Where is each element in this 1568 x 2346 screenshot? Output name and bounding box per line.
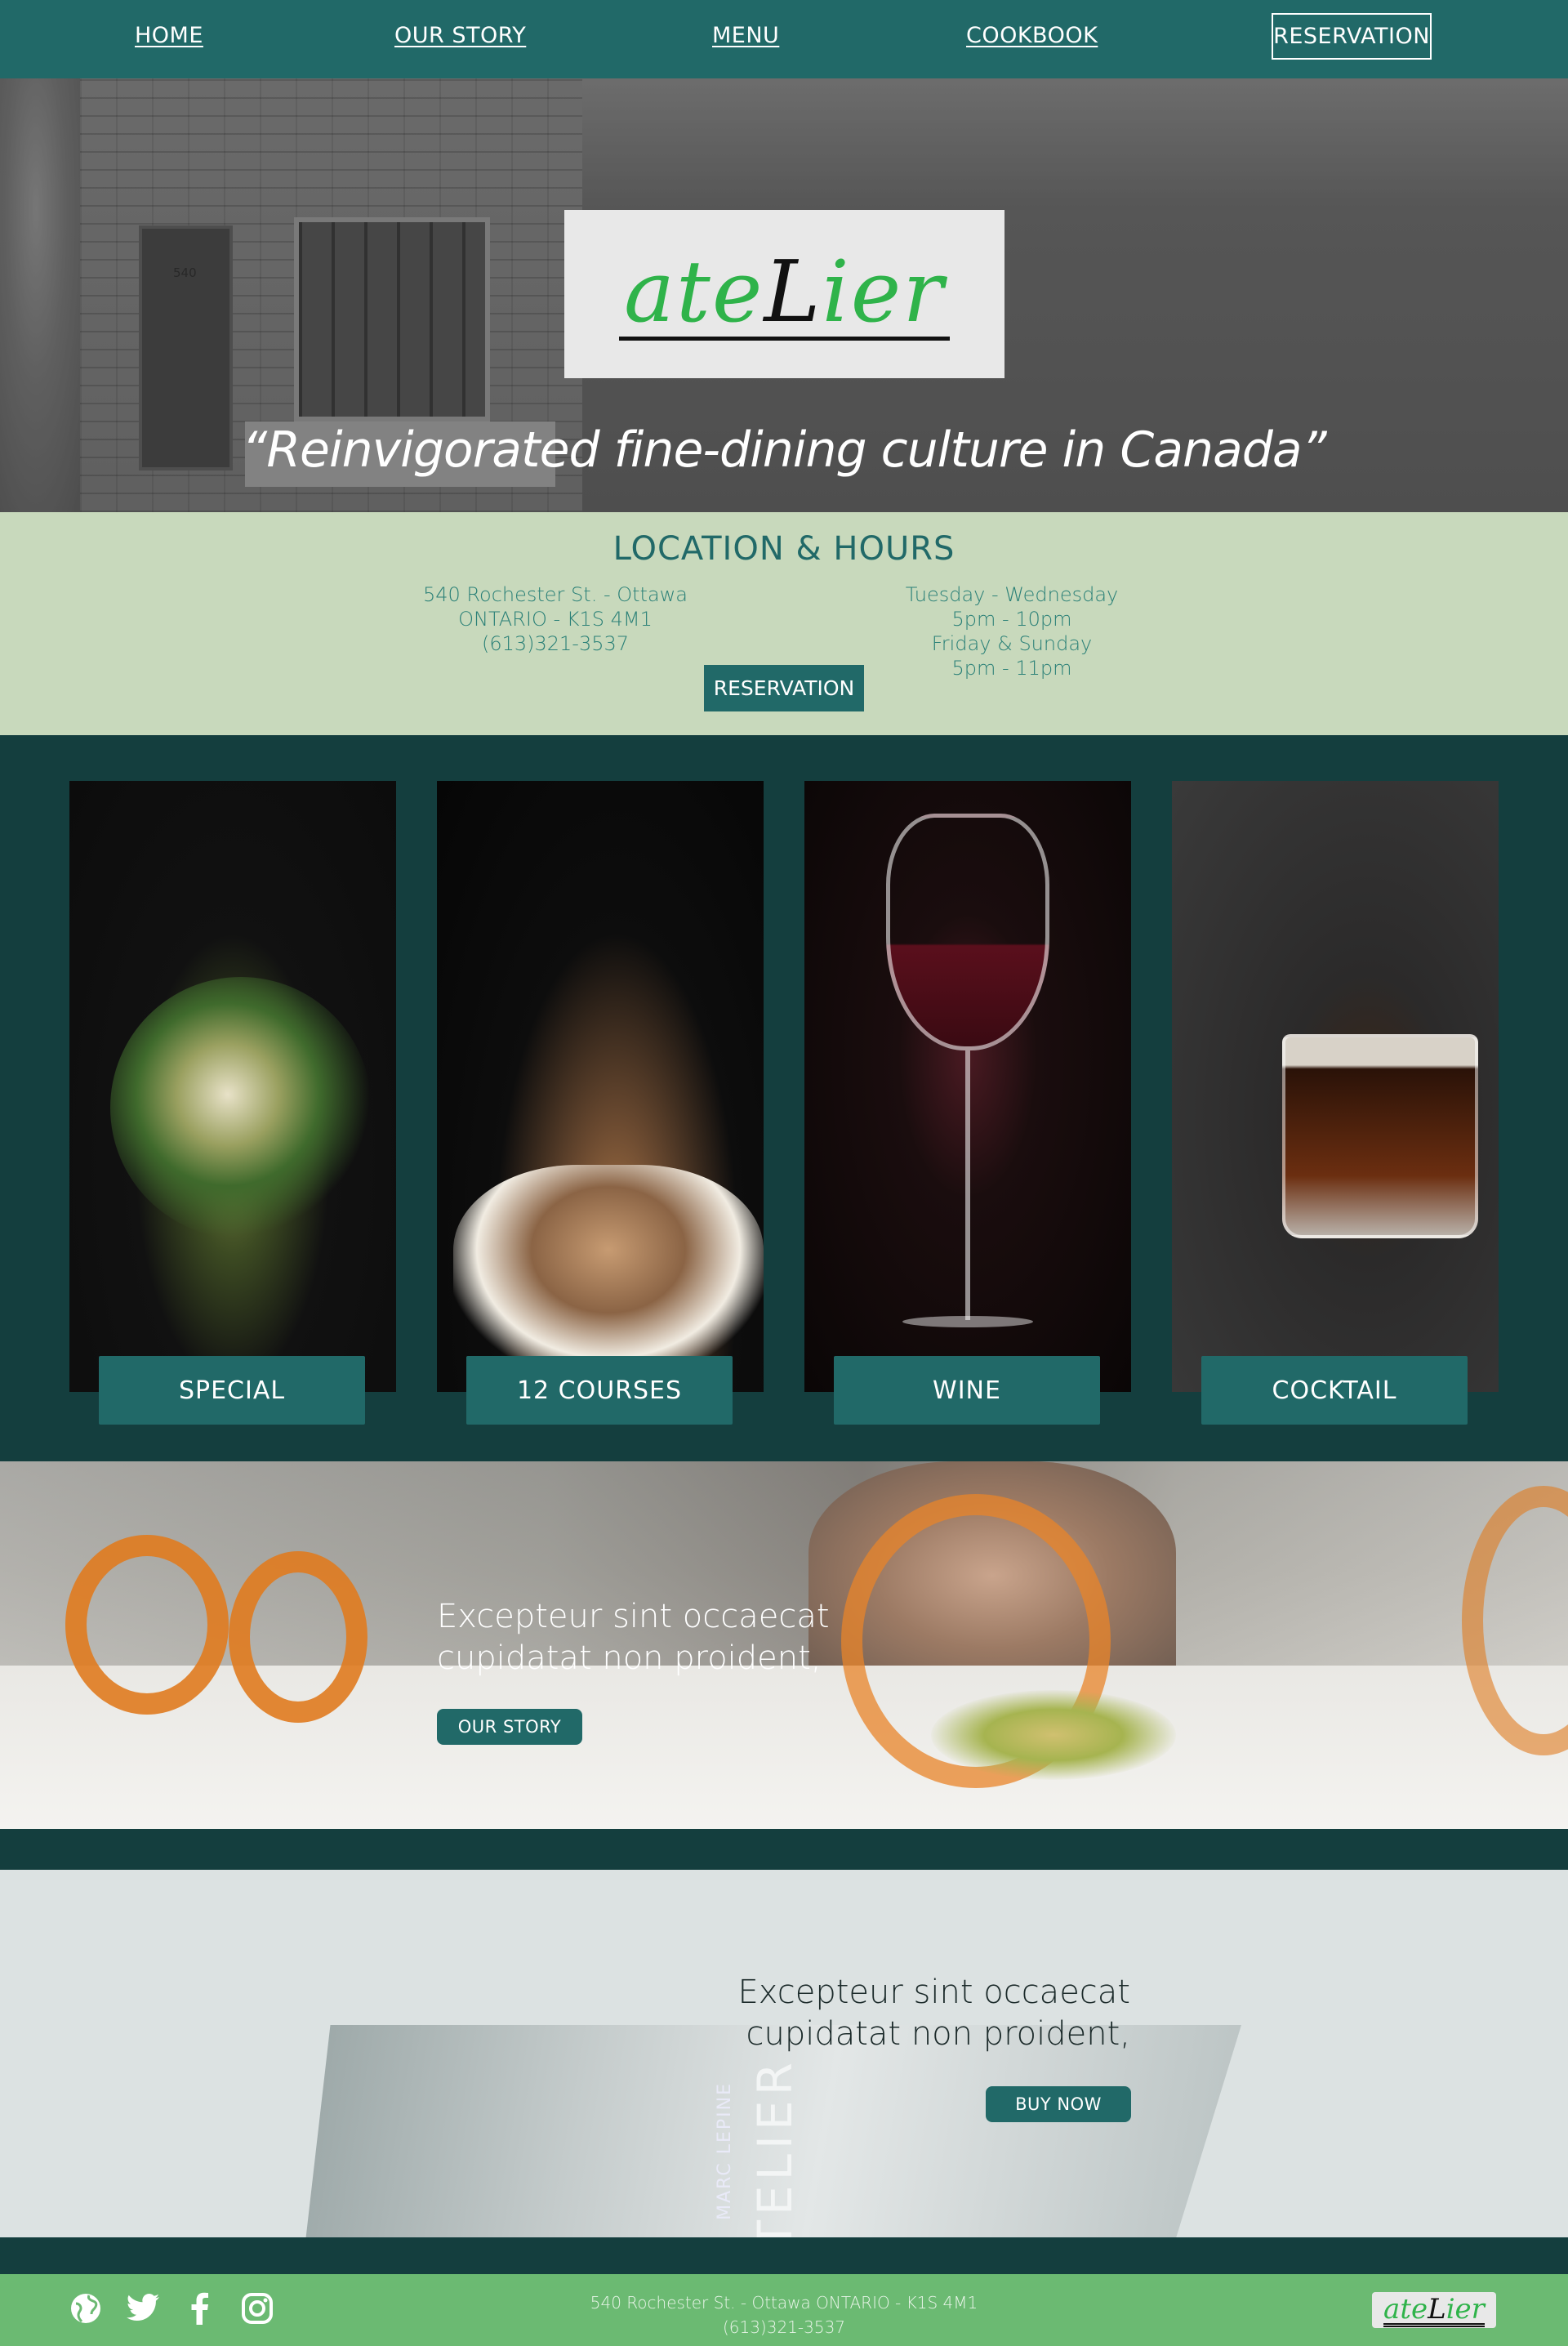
special-card-image[interactable] xyxy=(69,781,396,1392)
special-button[interactable]: SPECIAL xyxy=(99,1356,365,1425)
footer-address: 540 Rochester St. - Ottawa ONTARIO - K1S… xyxy=(0,2290,1568,2339)
cocktail-card-image[interactable] xyxy=(1172,781,1499,1392)
nav-reservation-button[interactable]: RESERVATION xyxy=(1272,13,1432,60)
cookbook-line: Excepteur sint occaecat xyxy=(737,1974,1130,2011)
wine-glass-foot xyxy=(902,1316,1033,1327)
footer-logo-part-2: L xyxy=(1428,2293,1446,2327)
book-author: MARC LEPINE xyxy=(715,2082,735,2220)
logo-part-2: L xyxy=(764,241,822,341)
buy-now-button[interactable]: BUY NOW xyxy=(986,2086,1131,2122)
menu-cards-section: SPECIAL 12 COURSES WINE COCKTAIL xyxy=(0,735,1568,1461)
address-line: 540 Rochester St. - Ottawa xyxy=(422,583,688,606)
logo-wordmark: ateLier xyxy=(619,247,950,341)
hero-quote: “Reinvigorated fine-dining culture in Ca… xyxy=(242,421,1326,479)
hours-block: Tuesday - Wednesday 5pm - 10pm Friday & … xyxy=(849,582,1175,680)
nav-home-link[interactable]: HOME xyxy=(135,23,203,48)
cocktail-glass xyxy=(1282,1034,1478,1238)
cookbook-section: MARC LEPINE ATELIER Excepteur sint occae… xyxy=(0,1870,1568,2237)
hours-line: Tuesday - Wednesday xyxy=(905,583,1119,606)
courses-card-image[interactable] xyxy=(437,781,764,1392)
hero-banner: 540 ateLier “Reinvigorated fine-dining c… xyxy=(0,78,1568,512)
footer-address-line: 540 Rochester St. - Ottawa ONTARIO - K1S… xyxy=(590,2293,978,2313)
twelve-courses-button[interactable]: 12 COURSES xyxy=(466,1356,733,1425)
section-divider xyxy=(0,1829,1568,1870)
story-line: cupidatat non proident, xyxy=(437,1639,822,1677)
top-navigation: HOME OUR STORY MENU COOKBOOK RESERVATION xyxy=(0,0,1568,78)
wine-card-image[interactable] xyxy=(804,781,1131,1392)
wine-glass-stem xyxy=(965,1050,970,1320)
hero-logo: ateLier xyxy=(564,210,1004,378)
courses-dish xyxy=(453,1165,764,1377)
footer-logo[interactable]: ateLier xyxy=(1372,2292,1496,2328)
address-line: ONTARIO - K1S 4M1 xyxy=(458,608,653,631)
nav-menu-link[interactable]: MENU xyxy=(712,23,779,48)
cookbook-cover-image: MARC LEPINE ATELIER xyxy=(302,2025,1241,2237)
hours-line: 5pm - 11pm xyxy=(951,657,1072,680)
footer-logo-part-1: ate xyxy=(1383,2293,1428,2327)
table-surface xyxy=(0,1666,1568,1829)
logo-part-1: ate xyxy=(624,241,764,341)
location-reservation-button[interactable]: RESERVATION xyxy=(704,665,864,711)
location-title: LOCATION & HOURS xyxy=(612,530,956,568)
our-story-banner: Excepteur sint occaecat cupidatat non pr… xyxy=(0,1461,1568,1829)
address-block: 540 Rochester St. - Ottawa ONTARIO - K1S… xyxy=(392,582,719,656)
wine-button[interactable]: WINE xyxy=(834,1356,1100,1425)
orange-garnish-ring xyxy=(65,1535,229,1715)
book-title: ATELIER xyxy=(747,2058,803,2237)
cookbook-text: Excepteur sint occaecat cupidatat non pr… xyxy=(737,1972,1130,2055)
logo-part-3: ier xyxy=(822,241,945,341)
hours-line: 5pm - 10pm xyxy=(951,608,1072,631)
dish-greens xyxy=(931,1690,1176,1780)
nav-our-story-link[interactable]: OUR STORY xyxy=(394,23,526,48)
location-hours-section: LOCATION & HOURS 540 Rochester St. - Ott… xyxy=(0,512,1568,735)
story-line: Excepteur sint occaecat xyxy=(437,1598,830,1635)
wine-glass xyxy=(886,814,1049,1050)
site-footer: 540 Rochester St. - Ottawa ONTARIO - K1S… xyxy=(0,2274,1568,2346)
cocktail-button[interactable]: COCKTAIL xyxy=(1201,1356,1468,1425)
story-text: Excepteur sint occaecat cupidatat non pr… xyxy=(437,1596,830,1679)
footer-phone: (613)321-3537 xyxy=(722,2317,846,2337)
special-dish xyxy=(110,977,372,1238)
footer-logo-wordmark: ateLier xyxy=(1383,2293,1485,2327)
orange-garnish-ring xyxy=(229,1551,368,1723)
cookbook-line: cupidatat non proident, xyxy=(746,2015,1130,2053)
nav-cookbook-link[interactable]: COOKBOOK xyxy=(966,23,1098,48)
phone-number: (613)321-3537 xyxy=(481,632,630,655)
section-divider xyxy=(0,2237,1568,2274)
our-story-button[interactable]: OUR STORY xyxy=(437,1709,582,1745)
hours-line: Friday & Sunday xyxy=(931,632,1093,655)
footer-logo-part-3: ier xyxy=(1446,2293,1485,2327)
